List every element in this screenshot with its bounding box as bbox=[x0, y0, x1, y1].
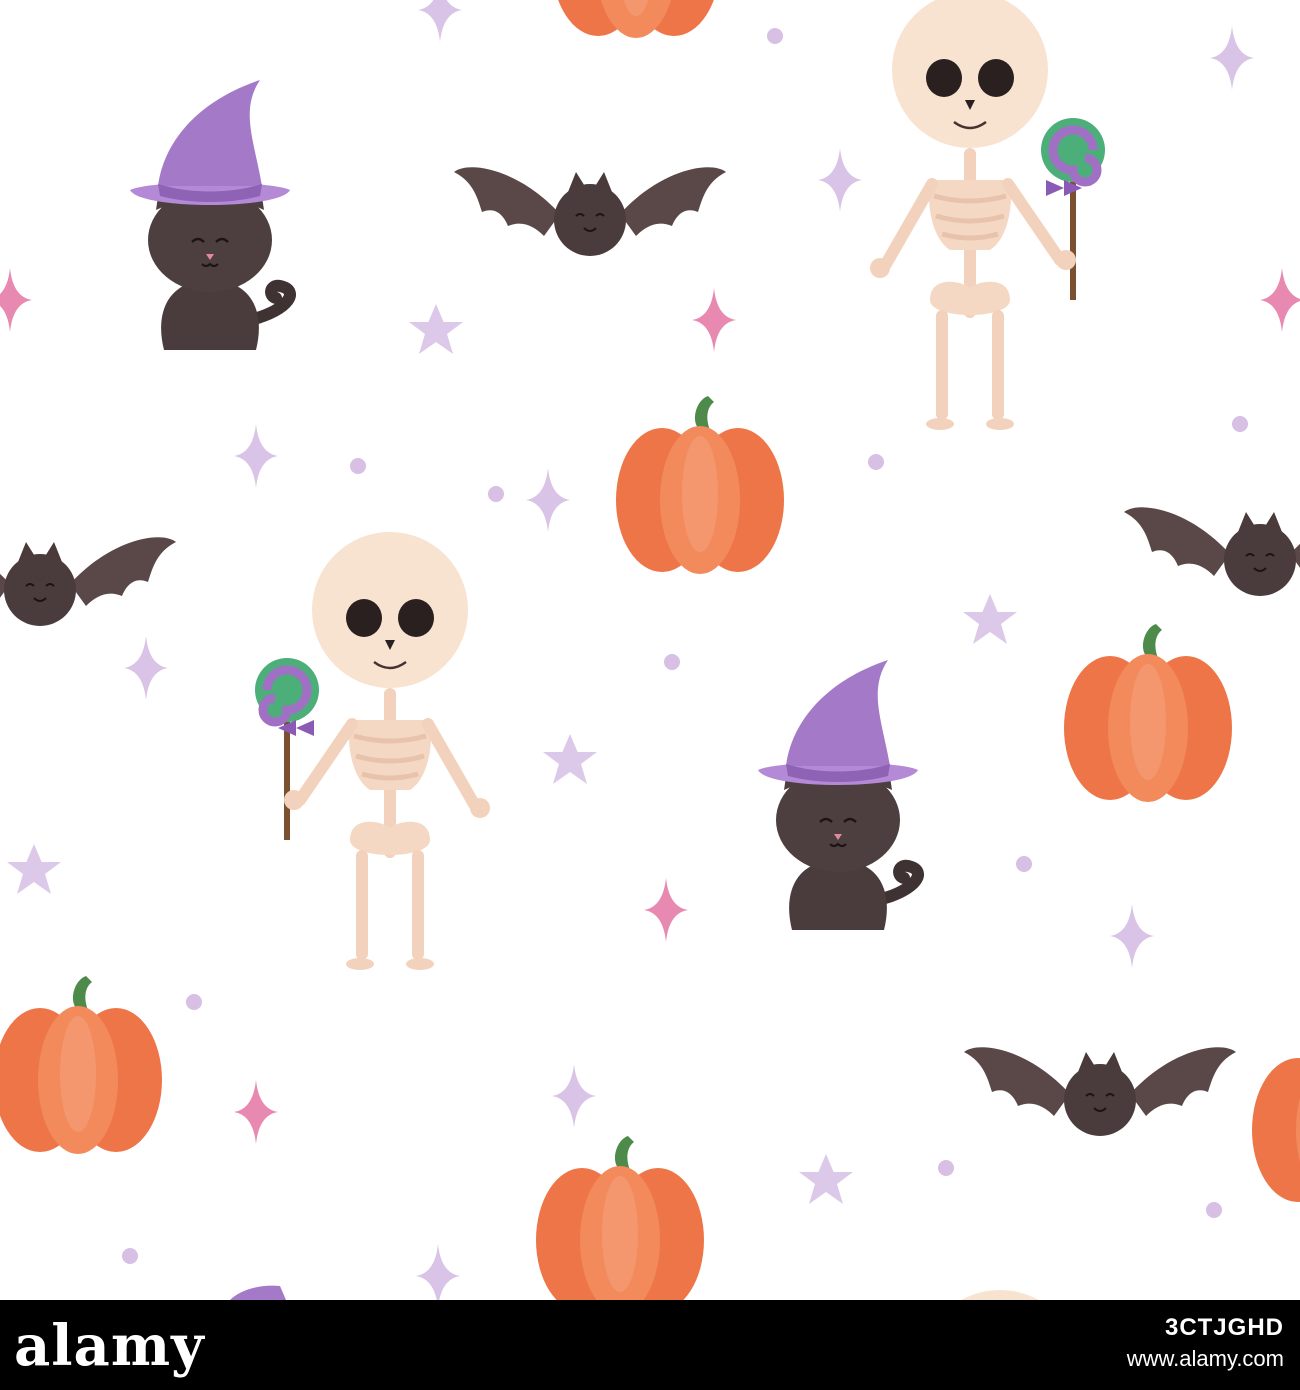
pumpkin-icon bbox=[536, 1136, 704, 1300]
witch-hat-partial-icon bbox=[230, 1285, 286, 1300]
dot-icon bbox=[767, 28, 783, 44]
dot-icon bbox=[1016, 856, 1032, 872]
dot-icon bbox=[122, 1248, 138, 1264]
dot-icon bbox=[664, 654, 680, 670]
watermark-footer: alamy 3CTJGHD www.alamy.com bbox=[0, 1300, 1300, 1390]
dot-icon bbox=[1206, 1202, 1222, 1218]
bat-icon bbox=[453, 166, 727, 257]
sparkle-icon bbox=[124, 636, 168, 700]
dot-icon bbox=[938, 1160, 954, 1176]
bat-icon bbox=[1123, 506, 1300, 597]
halloween-watercolor-pattern bbox=[0, 0, 1300, 1300]
sparkle-icon bbox=[234, 1080, 278, 1144]
dot-icon bbox=[1232, 416, 1248, 432]
pumpkin-icon bbox=[552, 0, 720, 38]
pumpkin-icon bbox=[616, 396, 784, 574]
skeleton-with-lollipop-icon bbox=[870, 0, 1105, 430]
sparkle-icon bbox=[234, 424, 278, 488]
dot-icon bbox=[186, 994, 202, 1010]
dot-icon bbox=[350, 458, 366, 474]
cat-with-witch-hat-icon bbox=[130, 80, 290, 350]
pumpkin-icon bbox=[0, 976, 162, 1154]
skeleton-partial-icon bbox=[961, 1290, 1039, 1300]
sparkle-icon bbox=[526, 468, 570, 532]
image-credit: 3CTJGHD www.alamy.com bbox=[1127, 1314, 1284, 1376]
star-icon bbox=[543, 734, 597, 784]
bat-icon bbox=[0, 536, 177, 627]
sparkle-icon bbox=[1210, 26, 1254, 90]
sparkle-icon bbox=[1260, 268, 1300, 332]
cat-with-witch-hat-icon bbox=[758, 660, 918, 930]
sparkle-icon bbox=[644, 878, 688, 942]
star-icon bbox=[799, 1154, 853, 1204]
sparkle-icon bbox=[416, 1244, 460, 1300]
star-icon bbox=[7, 844, 61, 894]
sparkle-icon bbox=[692, 288, 736, 352]
skeleton-with-lollipop-icon bbox=[255, 532, 490, 970]
pumpkin-icon bbox=[1252, 1026, 1300, 1204]
dot-icon bbox=[868, 454, 884, 470]
image-id: 3CTJGHD bbox=[1164, 1314, 1284, 1341]
sparkle-icon bbox=[818, 148, 862, 212]
pumpkin-icon bbox=[1064, 624, 1232, 802]
star-icon bbox=[409, 304, 463, 354]
sparkle-icon bbox=[0, 268, 32, 332]
sparkle-icon bbox=[418, 0, 462, 42]
alamy-logo: alamy bbox=[14, 1313, 205, 1379]
sparkle-icon bbox=[552, 1064, 596, 1128]
sparkle-icon bbox=[1110, 904, 1154, 968]
star-icon bbox=[963, 594, 1017, 644]
stock-image-page: alamy 3CTJGHD www.alamy.com bbox=[0, 0, 1300, 1390]
site-url: www.alamy.com bbox=[1126, 1346, 1284, 1371]
dot-icon bbox=[488, 486, 504, 502]
bat-icon bbox=[963, 1046, 1237, 1137]
